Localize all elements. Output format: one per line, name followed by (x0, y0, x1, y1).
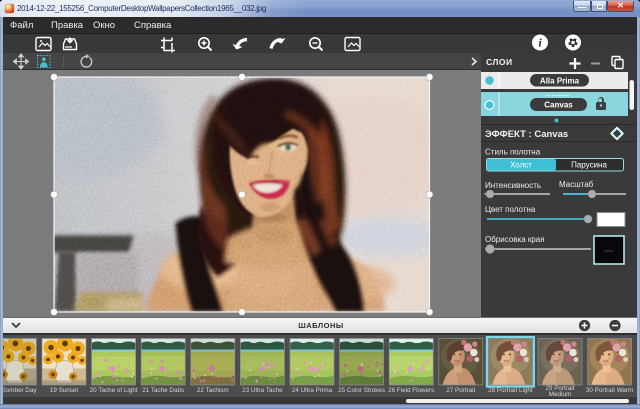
svg-text:Масштаб: Масштаб (559, 180, 594, 189)
svg-text:ШАБЛОНЫ: ШАБЛОНЫ (298, 321, 344, 330)
svg-text:ЭФФЕКТ : Canvas: ЭФФЕКТ : Canvas (485, 129, 568, 140)
svg-text:Холст: Холст (510, 161, 532, 170)
svg-text:Alla Prima: Alla Prima (540, 77, 580, 86)
svg-text:Парусина: Парусина (571, 161, 607, 170)
svg-text:Цвет полотна: Цвет полотна (485, 205, 536, 214)
svg-text:Canvas: Canvas (544, 101, 573, 110)
svg-text:Стиль полотна: Стиль полотна (485, 148, 541, 157)
svg-text:Интенсивность: Интенсивность (485, 181, 541, 190)
svg-text:Обрисовка края: Обрисовка края (485, 235, 545, 244)
svg-text:####: #### (605, 248, 615, 253)
